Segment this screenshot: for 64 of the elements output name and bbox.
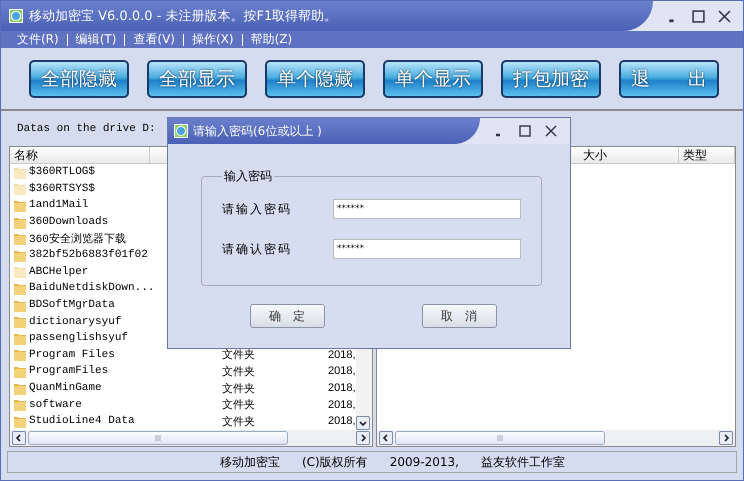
group-title: 输入密码 [223, 168, 273, 185]
scroll-arrow-button[interactable] [379, 431, 393, 445]
horizontal-scrollbar[interactable] [10, 430, 372, 446]
status-text: 益友软件工作室 [480, 454, 565, 470]
maximize-icon[interactable] [692, 10, 704, 22]
file-type: 文件夹 [222, 364, 256, 379]
horizontal-scrollbar[interactable] [377, 430, 735, 446]
app-icon [9, 9, 23, 23]
dialog-button[interactable]: 确 定 [250, 304, 324, 328]
scroll-thumb[interactable] [28, 431, 288, 445]
close-icon[interactable] [718, 10, 730, 22]
app-icon [174, 124, 188, 138]
password-field[interactable]: ****** [333, 239, 521, 259]
file-name[interactable]: QuanMinGame [10, 382, 222, 395]
file-type: 文件夹 [222, 348, 256, 362]
drive-label: Datas on the drive D: [17, 122, 156, 134]
grip-icon [155, 435, 161, 441]
dialog-title: 请输入密码(6位或以上 ) [193, 122, 322, 140]
scroll-arrow-button[interactable] [356, 416, 370, 430]
file-type: 文件夹 [222, 414, 256, 429]
file-name[interactable]: dictionarysyuf [10, 315, 222, 328]
maximize-icon[interactable] [519, 125, 531, 137]
file-name[interactable]: ABCHelper [10, 265, 222, 278]
password-field[interactable]: ****** [333, 199, 521, 219]
file-name[interactable]: $360RTLOG$ [10, 166, 222, 179]
menu-item[interactable]: 操作(X) [184, 31, 242, 48]
grip-icon [497, 435, 503, 441]
menu-item[interactable]: 查看(V) [125, 31, 183, 48]
file-name[interactable]: Program Files [10, 348, 222, 362]
file-date: 2018, [328, 382, 356, 394]
scroll-arrow-button[interactable] [719, 431, 733, 445]
field-label: 请输入密码 [222, 200, 293, 218]
file-name[interactable]: passenglishsyuf [10, 332, 222, 345]
file-name[interactable]: BaiduNetdiskDown... [10, 282, 222, 295]
scroll-arrow-button[interactable] [12, 431, 26, 445]
close-icon[interactable] [545, 125, 557, 137]
file-date: 2018, [328, 365, 356, 378]
file-name[interactable]: StudioLine4 Data [10, 414, 222, 428]
file-name[interactable]: 360安全浏览器下载 [10, 231, 222, 246]
status-text: 2009-2013, [390, 455, 459, 469]
file-date: 2018, [328, 415, 356, 428]
file-name[interactable]: ProgramFiles [10, 364, 222, 378]
file-name[interactable]: software [10, 398, 222, 412]
scroll-thumb[interactable] [395, 431, 605, 445]
file-name[interactable]: 360Downloads [10, 216, 222, 229]
field-label: 请确认密码 [222, 240, 293, 258]
file-type: 文件夹 [222, 382, 256, 396]
file-date: 2018, [328, 398, 356, 411]
file-name[interactable]: BDSoftMgrData [10, 298, 222, 312]
column-header[interactable]: 大小 [579, 147, 679, 163]
file-name[interactable]: 1and1Mail [10, 198, 222, 212]
status-text: (C)版权所有 [302, 454, 368, 470]
menu-item[interactable]: 编辑(T) [68, 31, 124, 48]
file-name[interactable]: $360RTSYS$ [10, 182, 222, 196]
menu-item[interactable]: 帮助(Z) [242, 31, 300, 48]
status-text: 移动加密宝 [220, 454, 280, 470]
dialog-button[interactable]: 取 消 [422, 304, 496, 328]
column-header[interactable]: 类型 [679, 147, 735, 163]
file-type: 文件夹 [222, 398, 256, 412]
scroll-arrow-button[interactable] [356, 431, 370, 445]
file-name[interactable]: 382bf52b6883f01f02 [10, 248, 222, 262]
menu-item[interactable]: 文件(R) [9, 31, 67, 48]
window-title: 移动加密宝 V6.0.0.0 - 未注册版本。按F1取得帮助。 [29, 8, 338, 25]
file-date: 2018, [328, 348, 356, 361]
